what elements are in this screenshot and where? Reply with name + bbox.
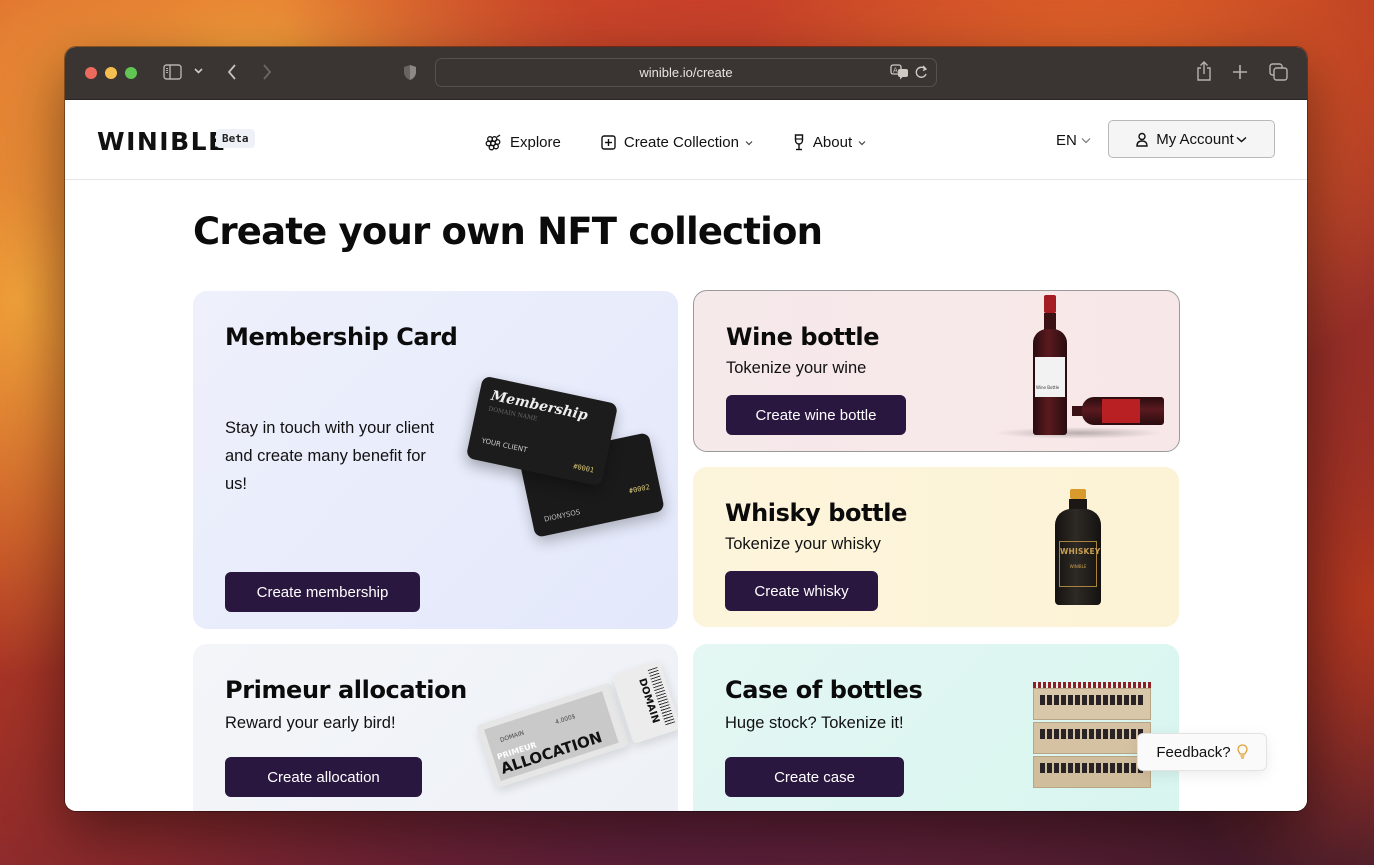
- lying-wine-bottle: [1072, 397, 1164, 425]
- primeur-allocation-card[interactable]: Primeur allocation Reward your early bir…: [193, 644, 678, 811]
- membership-back-client: DIONYSOS: [543, 508, 582, 524]
- case-title: Case of bottles: [725, 676, 923, 704]
- user-icon: [1136, 132, 1148, 147]
- wine-bottle-card[interactable]: Wine bottle Tokenize your wine Create wi…: [693, 290, 1180, 452]
- whisky-sublabel-text: WINIBLE: [1069, 564, 1087, 569]
- membership-front-title: Membership: [489, 387, 590, 424]
- membership-cards-image: DIONYSOS #0002 Membership DOMAIN NAME YO…: [465, 375, 668, 549]
- whisky-bottle-image: WHISKEY WINIBLE: [1055, 489, 1101, 607]
- wine-label-text: Wine Bottle: [1036, 385, 1060, 390]
- site-header: WINIBLE Beta Explore Create Collection A…: [65, 100, 1307, 180]
- minimize-window-button[interactable]: [105, 67, 117, 79]
- translate-icon[interactable]: A: [890, 64, 909, 80]
- primeur-ticket-image: DOMAIN 4.000$ PRIMEUR ALLOCATION DOMAIN: [473, 656, 678, 793]
- membership-front-number: #0001: [572, 462, 595, 475]
- my-account-label: My Account: [1156, 130, 1234, 148]
- whisky-bottle-card[interactable]: Whisky bottle Tokenize your whisky Creat…: [693, 467, 1179, 627]
- new-tab-icon[interactable]: [1232, 64, 1248, 80]
- membership-back-number: #0002: [628, 483, 651, 496]
- back-icon[interactable]: [227, 63, 237, 81]
- plus-square-icon: [601, 135, 616, 150]
- membership-card-front: Membership DOMAIN NAME YOUR CLIENT #0001: [465, 375, 619, 487]
- tabs-overview-icon[interactable]: [1269, 63, 1288, 81]
- whisky-subtitle: Tokenize your whisky: [725, 535, 881, 553]
- chevron-down-icon: [858, 140, 866, 146]
- create-case-button[interactable]: Create case: [725, 757, 904, 797]
- share-icon[interactable]: [1196, 61, 1212, 81]
- chevron-down-icon: [1081, 137, 1091, 144]
- url-text[interactable]: winible.io/create: [639, 65, 732, 80]
- logo[interactable]: WINIBLE: [97, 127, 227, 156]
- language-label: EN: [1056, 132, 1077, 149]
- nav-explore[interactable]: Explore: [485, 134, 561, 151]
- wine-glass-icon: [793, 134, 805, 151]
- wine-bottles-image: Wine Bottle: [984, 295, 1174, 445]
- case-crates-image: [1033, 682, 1153, 790]
- sidebar-icon[interactable]: [163, 64, 182, 80]
- browser-toolbar: winible.io/create A: [65, 47, 1307, 100]
- browser-window: winible.io/create A WINIBLE Beta Explore…: [65, 47, 1307, 811]
- page-title: Create your own NFT collection: [193, 210, 823, 253]
- beta-badge: Beta: [216, 129, 255, 148]
- chevron-down-icon: [745, 140, 753, 146]
- standing-wine-bottle: Wine Bottle: [1033, 295, 1067, 435]
- svg-text:A: A: [893, 67, 898, 75]
- nav-about[interactable]: About: [793, 134, 866, 151]
- create-allocation-button[interactable]: Create allocation: [225, 757, 422, 797]
- ticket-price: 4.000$: [554, 712, 577, 727]
- feedback-label: Feedback?: [1156, 743, 1231, 761]
- address-bar[interactable]: winible.io/create A: [435, 58, 937, 87]
- nav-create-collection[interactable]: Create Collection: [601, 134, 753, 151]
- nav-create-collection-label: Create Collection: [623, 134, 739, 151]
- chevron-down-icon[interactable]: [194, 67, 203, 75]
- wine-title: Wine bottle: [726, 323, 880, 351]
- whisky-title: Whisky bottle: [725, 499, 907, 527]
- primeur-subtitle: Reward your early bird!: [225, 714, 396, 732]
- feedback-button[interactable]: Feedback?: [1137, 733, 1267, 771]
- wine-subtitle: Tokenize your wine: [726, 359, 867, 377]
- primeur-title: Primeur allocation: [225, 676, 467, 704]
- membership-front-client: YOUR CLIENT: [480, 436, 528, 455]
- create-whisky-button[interactable]: Create whisky: [725, 571, 878, 611]
- membership-description: Stay in touch with your client and creat…: [225, 419, 435, 493]
- lightbulb-icon: [1236, 744, 1248, 760]
- close-window-button[interactable]: [85, 67, 97, 79]
- membership-title: Membership Card: [225, 323, 458, 351]
- membership-card[interactable]: Membership Card Stay in touch with your …: [193, 291, 678, 629]
- shield-icon[interactable]: [403, 64, 417, 81]
- chevron-down-icon: [1236, 136, 1247, 143]
- create-wine-bottle-button[interactable]: Create wine bottle: [726, 395, 906, 435]
- main-nav: Explore Create Collection About: [485, 134, 866, 151]
- grapes-icon: [485, 134, 502, 151]
- nav-explore-label: Explore: [510, 134, 561, 151]
- case-subtitle: Huge stock? Tokenize it!: [725, 714, 904, 732]
- reload-icon[interactable]: [915, 65, 928, 79]
- ticket-domain: DOMAIN: [499, 729, 526, 744]
- maximize-window-button[interactable]: [125, 67, 137, 79]
- forward-icon[interactable]: [262, 63, 272, 81]
- create-membership-button[interactable]: Create membership: [225, 572, 420, 612]
- main-content: Create your own NFT collection Membershi…: [65, 180, 1307, 811]
- language-selector[interactable]: EN: [1056, 132, 1091, 149]
- my-account-button[interactable]: My Account: [1108, 120, 1275, 158]
- nav-about-label: About: [812, 134, 853, 151]
- whisky-label-text: WHISKEY: [1060, 547, 1101, 556]
- case-of-bottles-card[interactable]: Case of bottles Huge stock? Tokenize it!…: [693, 644, 1179, 811]
